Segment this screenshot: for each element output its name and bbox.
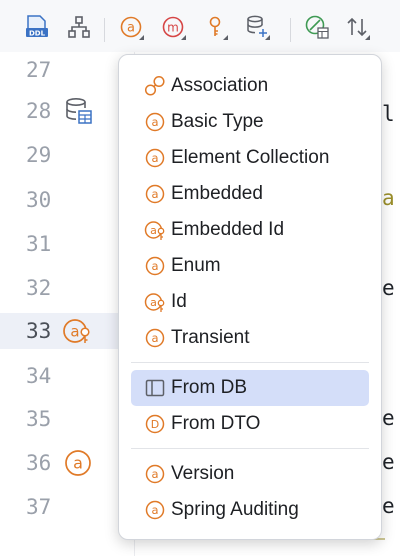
menu-item-label: Embedded Id xyxy=(171,219,285,240)
svg-text:a: a xyxy=(127,21,135,36)
svg-text:a: a xyxy=(70,323,79,341)
line-number: 35 xyxy=(26,407,52,431)
menu-item-label: Version xyxy=(171,463,235,484)
svg-text:a: a xyxy=(151,187,158,201)
menu-item-label: From DB xyxy=(171,377,247,398)
menu-separator xyxy=(131,448,369,449)
menu-item-from-dto[interactable]: D From DTO xyxy=(131,406,369,442)
menu-item-element-collection[interactable]: a Element Collection xyxy=(131,140,369,176)
line-number: 30 xyxy=(26,188,52,212)
sort-button[interactable] xyxy=(342,12,372,42)
code-fragment: e xyxy=(382,276,395,300)
menu-item-label: Basic Type xyxy=(171,111,264,132)
svg-text:a: a xyxy=(151,503,158,517)
code-fragment-partial xyxy=(205,538,385,552)
menu-item-association[interactable]: Association xyxy=(131,68,369,104)
line-number: 29 xyxy=(26,143,52,167)
svg-text:a: a xyxy=(151,331,158,345)
table-icon xyxy=(143,376,167,400)
gutter-line: 37 xyxy=(0,489,134,525)
gutter-line: 36 a xyxy=(0,445,134,481)
menu-item-label: Spring Auditing xyxy=(171,499,299,520)
menu-item-spring-auditing[interactable]: a Spring Auditing xyxy=(131,492,369,528)
svg-text:m: m xyxy=(167,21,179,35)
svg-text:a: a xyxy=(150,296,157,309)
menu-item-label: Transient xyxy=(171,327,250,348)
line-number: 31 xyxy=(26,232,52,256)
line-number: 34 xyxy=(26,364,52,388)
gutter-line: 32 xyxy=(0,270,134,306)
toolbar-separator xyxy=(290,18,291,42)
menu-item-embedded[interactable]: a Embedded xyxy=(131,176,369,212)
menu-item-id[interactable]: a Id xyxy=(131,284,369,320)
toolbar-separator xyxy=(104,18,105,42)
db-add-button[interactable] xyxy=(242,12,272,42)
menu-item-label: Embedded xyxy=(171,183,263,204)
code-fragment: e xyxy=(382,450,395,474)
attribute-icon: a xyxy=(143,326,167,350)
menu-item-embedded-id[interactable]: a Embedded Id xyxy=(131,212,369,248)
attribute-icon: a xyxy=(143,498,167,522)
menu-item-label: Enum xyxy=(171,255,221,276)
gutter-line: 34 xyxy=(0,358,134,394)
attribute-icon: a xyxy=(143,254,167,278)
ddl-text: DDL xyxy=(29,30,46,38)
svg-text:a: a xyxy=(151,259,158,273)
attribute-icon: a xyxy=(143,462,167,486)
entity-icon xyxy=(305,15,329,39)
hierarchy-icon[interactable] xyxy=(64,12,94,42)
attribute-icon[interactable]: a xyxy=(62,447,94,479)
code-fragment: e xyxy=(382,406,395,430)
add-key-button[interactable] xyxy=(200,12,230,42)
menu-item-label: Element Collection xyxy=(171,147,330,168)
svg-text:D: D xyxy=(151,418,159,431)
gutter-line: 30 xyxy=(0,182,134,218)
line-number: 36 xyxy=(26,451,52,475)
gutter-line: 28 xyxy=(0,93,134,129)
database-table-icon[interactable] xyxy=(62,95,94,127)
toolbar: DDL a m xyxy=(0,0,400,53)
gutter: 27 28 29 30 31 32 33 a 34 35 36 a 37 xyxy=(0,52,400,556)
menu-item-label: Id xyxy=(171,291,187,312)
line-number: 33 xyxy=(26,319,52,343)
code-fragment: l xyxy=(382,102,395,126)
line-number: 28 xyxy=(26,99,52,123)
gutter-line: 31 xyxy=(0,226,134,262)
code-fragment: a xyxy=(382,186,395,210)
menu-item-basic-type[interactable]: a Basic Type xyxy=(131,104,369,140)
menu-item-from-db[interactable]: From DB xyxy=(131,370,369,406)
dto-icon: D xyxy=(143,412,167,436)
gutter-line: 27 xyxy=(0,52,134,88)
entity-button[interactable] xyxy=(302,12,332,42)
add-method-button[interactable]: m xyxy=(158,12,188,42)
attribute-icon: a xyxy=(143,110,167,134)
ddl-icon[interactable]: DDL xyxy=(22,12,52,42)
line-number: 27 xyxy=(26,58,52,82)
line-number: 32 xyxy=(26,276,52,300)
gutter-line: 29 xyxy=(0,137,134,173)
svg-text:a: a xyxy=(151,115,158,129)
menu-item-transient[interactable]: a Transient xyxy=(131,320,369,356)
attribute-type-menu: Association a Basic Type a Element Colle… xyxy=(118,54,382,540)
attribute-key-icon: a xyxy=(143,218,167,242)
svg-text:a: a xyxy=(73,454,83,473)
line-number: 37 xyxy=(26,495,52,519)
menu-item-label: From DTO xyxy=(171,413,261,434)
svg-text:a: a xyxy=(150,224,157,237)
menu-item-version[interactable]: a Version xyxy=(131,456,369,492)
attribute-icon: a xyxy=(143,146,167,170)
add-attribute-button[interactable]: a xyxy=(116,12,146,42)
menu-item-enum[interactable]: a Enum xyxy=(131,248,369,284)
attribute-key-icon[interactable]: a xyxy=(62,315,94,347)
attribute-icon: a xyxy=(143,182,167,206)
menu-separator xyxy=(131,362,369,363)
svg-text:a: a xyxy=(151,151,158,165)
code-fragment: e xyxy=(382,494,395,518)
gutter-line: 35 xyxy=(0,401,134,437)
svg-text:a: a xyxy=(151,467,158,481)
attribute-key-icon: a xyxy=(143,290,167,314)
association-icon xyxy=(143,74,167,98)
menu-item-label: Association xyxy=(171,75,269,96)
